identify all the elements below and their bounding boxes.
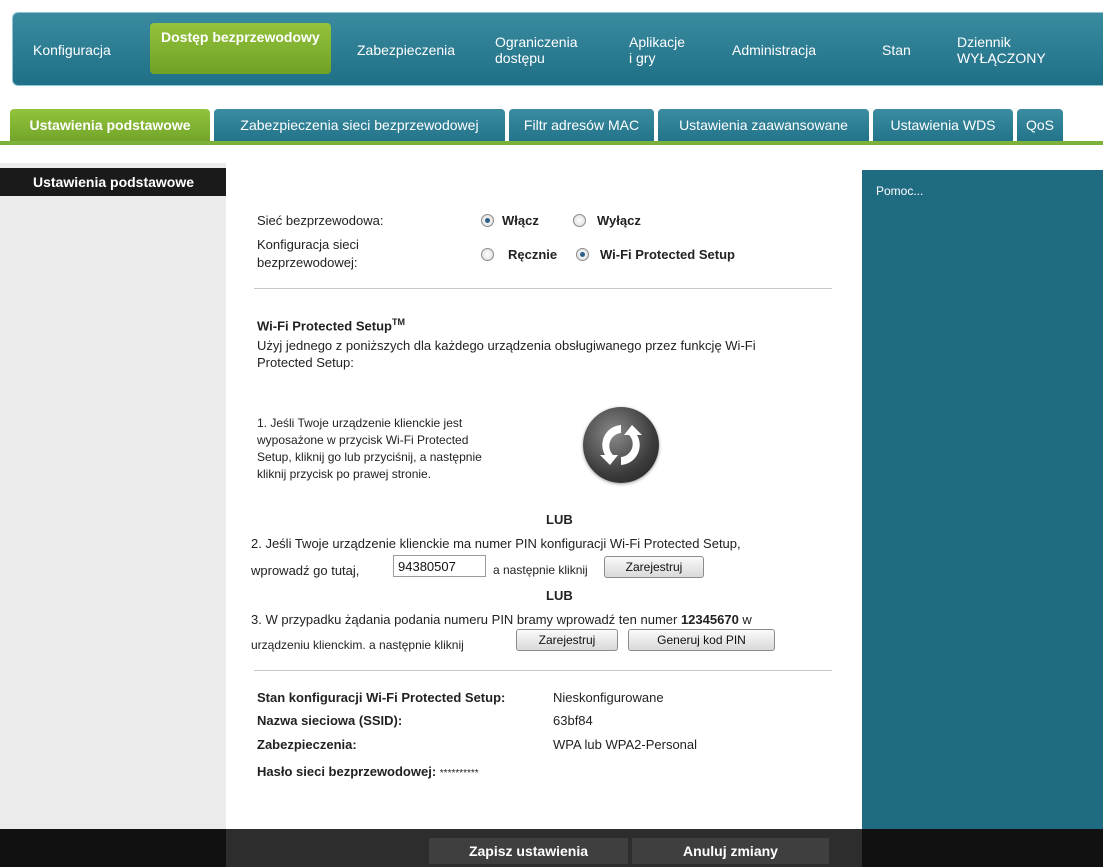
help-panel	[862, 170, 1103, 867]
nav-zabezpieczenia[interactable]: Zabezpieczenia	[357, 13, 455, 87]
wps-step1-line2: wyposażone w przycisk Wi-Fi Protected	[257, 433, 469, 447]
nav-label-line2: WYŁĄCZONY	[957, 50, 1046, 66]
wps-config-state-value: Nieskonfigurowane	[553, 690, 664, 705]
nav-stan[interactable]: Stan	[882, 13, 911, 87]
top-nav: Konfiguracja Dostęp bezprzewodowy Zabezp…	[12, 12, 1103, 86]
wps-step1-line3: Setup, kliknij go lub przyciśnij, a nast…	[257, 450, 482, 464]
or-label-1: LUB	[546, 512, 573, 527]
nav-label-line1: Dostęp	[161, 29, 209, 45]
wps-step2-line1: 2. Jeśli Twoje urządzenie klienckie ma n…	[251, 536, 741, 551]
wireless-password-label: Hasło sieci bezprzewodowej: **********	[257, 764, 479, 781]
nav-label-line1: Dziennik	[957, 34, 1011, 50]
wps-step3-post: w	[738, 612, 752, 627]
sidebar-title: Ustawienia podstawowe	[0, 168, 226, 196]
nav-label-line2: i gry	[629, 50, 656, 66]
tab-label: Ustawienia podstawowe	[29, 117, 191, 133]
tab-label: Ustawienia zaawansowane	[679, 117, 848, 133]
nav-dziennik[interactable]: Dziennik WYŁĄCZONY	[957, 13, 1046, 87]
tab-ustawienia-podstawowe[interactable]: Ustawienia podstawowe	[10, 109, 210, 141]
nav-label-line1: Aplikacje	[629, 34, 686, 50]
radio-config-wps[interactable]	[576, 248, 589, 261]
radio-wireless-off-label: Wyłącz	[597, 213, 641, 228]
nav-aplikacje-i-gry[interactable]: Aplikacje i gry	[629, 13, 685, 87]
nav-label-line2: bezprzewodowy	[212, 29, 320, 45]
tab-ustawienia-zaawansowane[interactable]: Ustawienia zaawansowane	[658, 109, 869, 141]
radio-wireless-off[interactable]	[573, 214, 586, 227]
radio-config-manual[interactable]	[481, 248, 494, 261]
wireless-network-label: Sieć bezprzewodowa:	[257, 213, 384, 228]
radio-wireless-on-label: Włącz	[502, 213, 539, 228]
nav-dostep-bezprzewodowy[interactable]: Dostęp bezprzewodowy	[150, 23, 331, 74]
wps-step1-line4: kliknij przycisk po prawej stronie.	[257, 467, 432, 481]
tab-zabezpieczenia-sieci[interactable]: Zabezpieczenia sieci bezprzewodowej	[214, 109, 505, 141]
help-link[interactable]: Pomoc...	[876, 184, 923, 198]
register-pin-button[interactable]: Zarejestruj	[604, 556, 704, 578]
wps-heading-text: Wi-Fi Protected Setup	[257, 318, 392, 334]
wps-step1-line1: 1. Jeśli Twoje urządzenie klienckie jest	[257, 416, 463, 430]
radio-wireless-on[interactable]	[481, 214, 494, 227]
tab-label: Ustawienia WDS	[890, 117, 996, 133]
wps-step3-pre: 3. W przypadku żądania podania numeru PI…	[251, 612, 681, 627]
divider	[254, 670, 832, 671]
tab-underline	[0, 141, 1103, 145]
nav-label: Administracja	[732, 42, 817, 58]
nav-konfiguracja[interactable]: Konfiguracja	[33, 13, 111, 87]
tab-filtr-mac[interactable]: Filtr adresów MAC	[509, 109, 654, 141]
wireless-config-label-line2: bezprzewodowej:	[257, 255, 358, 270]
radio-config-wps-label: Wi-Fi Protected Setup	[600, 247, 735, 262]
nav-label-line1: Ograniczenia	[495, 34, 578, 50]
tab-label: Zabezpieczenia sieci bezprzewodowej	[240, 117, 479, 133]
or-label-2: LUB	[546, 588, 573, 603]
wps-step2-post: a następnie kliknij	[493, 563, 588, 577]
cancel-changes-button[interactable]: Anuluj zmiany	[632, 838, 829, 864]
wps-push-button-icon[interactable]	[583, 407, 659, 483]
nav-administracja[interactable]: Administracja	[732, 13, 816, 87]
wps-intro-line2: Protected Setup:	[257, 355, 354, 370]
wps-step2-pre: wprowadź go tutaj,	[251, 563, 360, 578]
nav-label: Stan	[882, 42, 911, 58]
wps-heading: Wi-Fi Protected SetupTM	[257, 315, 405, 333]
wps-arrows-icon	[600, 425, 642, 465]
wps-step3-line2: urządzeniu klienckim. a następnie klikni…	[251, 638, 464, 652]
gateway-pin: 12345670	[680, 612, 739, 627]
nav-ograniczenia-dostepu[interactable]: Ograniczenia dostępu	[495, 13, 578, 87]
wps-heading-sup: TM	[391, 317, 405, 327]
security-label: Zabezpieczenia:	[257, 737, 357, 752]
ssid-value: 63bf84	[553, 713, 593, 728]
nav-label-line2: dostępu	[495, 50, 545, 66]
register-gateway-button[interactable]: Zarejestruj	[516, 629, 618, 651]
tab-label: QoS	[1025, 117, 1054, 133]
wps-step3-line1: 3. W przypadku żądania podania numeru PI…	[251, 612, 752, 627]
wireless-password-label-text: Hasło sieci bezprzewodowej:	[257, 764, 437, 779]
pin-input[interactable]	[393, 555, 486, 577]
tab-label: Filtr adresów MAC	[523, 117, 640, 133]
wps-intro-line1: Użyj jednego z poniższych dla każdego ur…	[257, 338, 756, 353]
wireless-config-label-line1: Konfiguracja sieci	[257, 237, 359, 252]
save-settings-button[interactable]: Zapisz ustawienia	[429, 838, 628, 864]
nav-label: Konfiguracja	[33, 42, 111, 58]
security-value: WPA lub WPA2-Personal	[553, 737, 698, 752]
sidebar	[0, 163, 226, 867]
radio-config-manual-label: Ręcznie	[508, 247, 558, 262]
nav-label: Zabezpieczenia	[357, 42, 456, 58]
generate-pin-button[interactable]: Generuj kod PIN	[628, 629, 775, 651]
wps-config-state-label: Stan konfiguracji Wi-Fi Protected Setup:	[257, 690, 506, 705]
wireless-password-value: **********	[439, 768, 479, 779]
divider	[254, 288, 832, 289]
tab-ustawienia-wds[interactable]: Ustawienia WDS	[873, 109, 1013, 141]
ssid-label: Nazwa sieciowa (SSID):	[257, 713, 403, 728]
tab-qos[interactable]: QoS	[1017, 109, 1063, 141]
